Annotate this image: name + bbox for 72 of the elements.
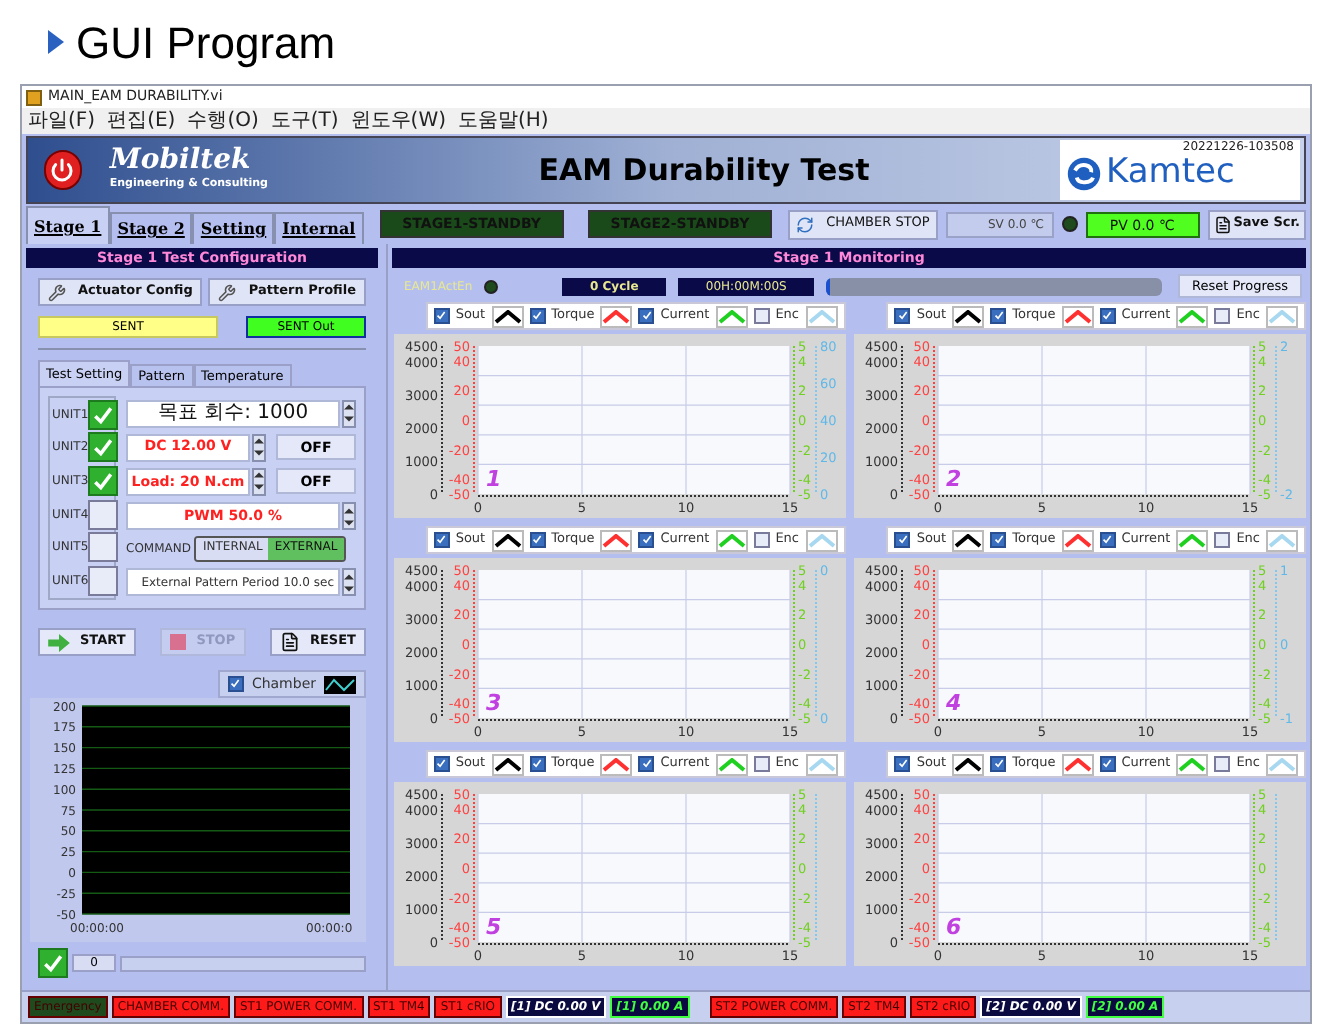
checkbox[interactable]: [529, 756, 546, 772]
checkbox[interactable]: [894, 308, 911, 324]
checkbox[interactable]: [894, 532, 911, 548]
spinner-icon[interactable]: [252, 467, 266, 496]
checkbox[interactable]: [88, 566, 119, 597]
checkbox[interactable]: [638, 308, 655, 324]
checkbox[interactable]: [88, 532, 119, 563]
menu-item[interactable]: 편집(E): [105, 109, 178, 133]
triangle-bullet-icon: [48, 30, 64, 54]
chart-number: 4: [946, 690, 962, 716]
chart-number: 5: [485, 914, 501, 940]
app-title: EAM Durability Test: [536, 149, 872, 192]
checkbox[interactable]: [1214, 308, 1231, 324]
checkbox[interactable]: [638, 532, 655, 548]
tab[interactable]: Internal: [274, 212, 364, 244]
checkbox[interactable]: [88, 432, 119, 463]
tab[interactable]: Setting: [192, 212, 275, 244]
checkbox[interactable]: [990, 532, 1007, 548]
spinner-icon[interactable]: [252, 433, 266, 462]
wrench-icon: [218, 283, 237, 301]
checkbox[interactable]: [88, 466, 119, 497]
checkbox[interactable]: [1099, 756, 1116, 772]
tab[interactable]: Stage 2: [109, 212, 193, 244]
checkbox[interactable]: [529, 308, 546, 324]
checkbox[interactable]: [1099, 532, 1116, 548]
spinner-icon[interactable]: [342, 568, 356, 597]
menu-item[interactable]: 수행(O): [185, 109, 261, 133]
checkbox[interactable]: [753, 756, 770, 772]
checkbox[interactable]: [1099, 308, 1116, 324]
swirl-logo-icon: [1066, 155, 1102, 191]
checkbox[interactable]: [990, 756, 1007, 772]
checkbox[interactable]: [1214, 532, 1231, 548]
checkbox[interactable]: [1214, 756, 1231, 772]
checkbox[interactable]: [894, 756, 911, 772]
checkbox[interactable]: [529, 532, 546, 548]
chart-number: 1: [485, 466, 501, 492]
checkbox[interactable]: [433, 532, 450, 548]
company-logo: Mobiltek: [109, 146, 253, 177]
slide-title: GUI Program: [76, 15, 336, 72]
menu-item[interactable]: 도움말(H): [456, 109, 551, 133]
menu-item[interactable]: 파일(F): [26, 109, 98, 133]
refresh-icon: [796, 215, 815, 233]
arrow-icon: [48, 633, 70, 651]
checkbox[interactable]: [38, 948, 68, 978]
spinner-icon[interactable]: [342, 399, 356, 428]
power-button[interactable]: [44, 150, 82, 190]
target-count-field[interactable]: 목표 회수: 1000: [126, 399, 340, 428]
chart-number: 2: [946, 466, 962, 492]
wrench-icon: [48, 283, 66, 301]
tab[interactable]: Stage 1: [26, 206, 110, 244]
chart-number: 6: [946, 914, 962, 940]
checkbox[interactable]: [753, 308, 770, 324]
checkbox[interactable]: [227, 676, 244, 692]
spinner-icon[interactable]: [342, 502, 356, 531]
checkbox[interactable]: [433, 308, 450, 324]
checkbox[interactable]: [753, 532, 770, 548]
menu-item[interactable]: 도구(T): [268, 109, 341, 133]
checkbox[interactable]: [88, 499, 119, 530]
stop-icon: [170, 634, 187, 650]
document-icon: [279, 632, 300, 652]
menu-item[interactable]: 윈도우(W): [348, 109, 448, 133]
checkbox[interactable]: [990, 308, 1007, 324]
power-icon: [50, 158, 75, 182]
document-icon: [1213, 215, 1232, 233]
checkbox[interactable]: [433, 756, 450, 772]
checkbox[interactable]: [638, 756, 655, 772]
checkbox[interactable]: [88, 399, 119, 430]
brand-logo: Kamtec: [1106, 154, 1235, 192]
app-icon: [26, 89, 42, 105]
line-style-icon[interactable]: [324, 675, 356, 693]
scrollbar[interactable]: [120, 955, 366, 971]
chart-number: 3: [485, 690, 501, 716]
